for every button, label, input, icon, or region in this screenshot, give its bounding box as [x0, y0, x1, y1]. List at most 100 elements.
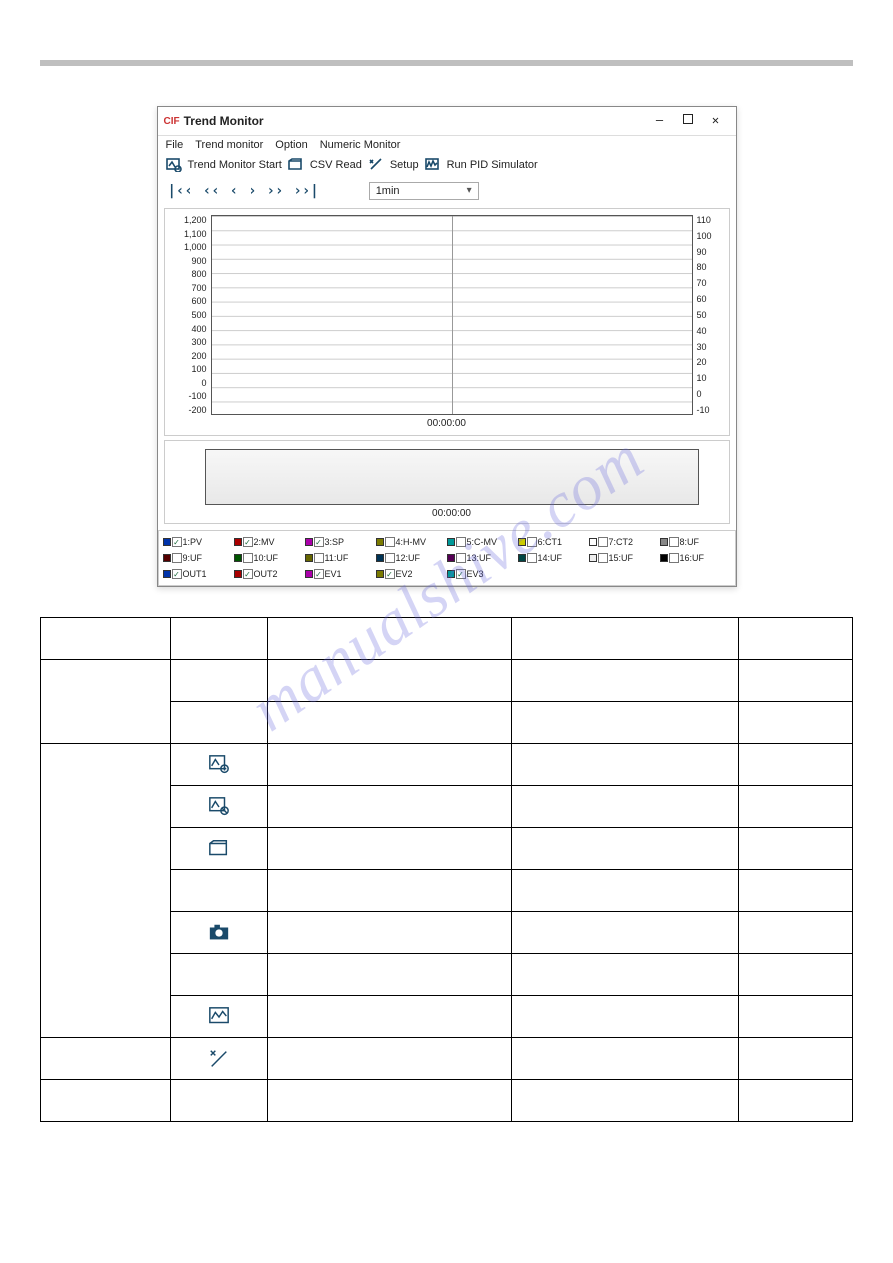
y-left-tick: 400: [191, 324, 206, 334]
legend-item-6[interactable]: 6:CT1: [518, 537, 589, 547]
legend-item-e1[interactable]: ✓EV1: [305, 569, 376, 579]
y-right-tick: 80: [697, 262, 707, 272]
legend-checkbox[interactable]: ✓: [172, 537, 182, 547]
legend-checkbox[interactable]: ✓: [456, 569, 466, 579]
legend-label: 12:UF: [396, 553, 421, 563]
main-chart-x-label: 00:00:00: [171, 415, 723, 429]
mini-chart-plot-area[interactable]: [205, 449, 699, 505]
y-right-tick: -10: [697, 405, 710, 415]
legend-checkbox[interactable]: [456, 553, 466, 563]
legend-checkbox[interactable]: ✓: [172, 569, 182, 579]
legend-color-swatch: [660, 554, 668, 562]
legend-checkbox[interactable]: [456, 537, 466, 547]
legend-color-swatch: [518, 554, 526, 562]
legend-item-12[interactable]: 12:UF: [376, 553, 447, 563]
legend-item-o2[interactable]: ✓OUT2: [234, 569, 305, 579]
setup-icon[interactable]: [368, 158, 384, 172]
legend-item-7[interactable]: 7:CT2: [589, 537, 660, 547]
legend-checkbox[interactable]: [598, 553, 608, 563]
legend-label: 8:UF: [680, 537, 700, 547]
minimize-button[interactable]: —: [646, 111, 674, 131]
time-range-select[interactable]: 1min: [369, 182, 479, 200]
legend-checkbox[interactable]: ✓: [314, 537, 324, 547]
nav-prev-button[interactable]: ‹: [230, 183, 238, 199]
legend-label: EV3: [467, 569, 484, 579]
pid-simulator-icon[interactable]: [425, 158, 441, 172]
y-left-tick: -100: [188, 391, 206, 401]
maximize-button[interactable]: [674, 111, 702, 131]
legend-label: EV1: [325, 569, 342, 579]
nav-prev2-button[interactable]: ‹‹: [203, 183, 220, 199]
main-chart-panel: 1,2001,1001,0009008007006005004003002001…: [164, 208, 730, 436]
legend-item-11[interactable]: 11:UF: [305, 553, 376, 563]
legend-checkbox[interactable]: ✓: [314, 569, 324, 579]
legend-color-swatch: [163, 538, 171, 546]
table-folder-icon: [170, 828, 267, 870]
run-pid-simulator-label[interactable]: Run PID Simulator: [447, 159, 538, 171]
legend-item-10[interactable]: 10:UF: [234, 553, 305, 563]
legend-checkbox[interactable]: [172, 553, 182, 563]
legend-checkbox[interactable]: [527, 537, 537, 547]
legend-item-3[interactable]: ✓3:SP: [305, 537, 376, 547]
nav-next-button[interactable]: ›: [248, 183, 256, 199]
legend-item-13[interactable]: 13:UF: [447, 553, 518, 563]
legend-item-1[interactable]: ✓1:PV: [163, 537, 234, 547]
legend-color-swatch: [305, 570, 313, 578]
legend-item-8[interactable]: 8:UF: [660, 537, 731, 547]
y-left-tick: -200: [188, 405, 206, 415]
legend-item-14[interactable]: 14:UF: [518, 553, 589, 563]
reference-table: [40, 617, 853, 1122]
legend-item-9[interactable]: 9:UF: [163, 553, 234, 563]
menu-numeric-monitor[interactable]: Numeric Monitor: [320, 139, 401, 151]
legend-label: 13:UF: [467, 553, 492, 563]
csv-read-label[interactable]: CSV Read: [310, 159, 362, 171]
legend-label: 16:UF: [680, 553, 705, 563]
legend-item-o1[interactable]: ✓OUT1: [163, 569, 234, 579]
legend-label: 11:UF: [325, 553, 349, 563]
chart-plot-area[interactable]: [211, 215, 693, 415]
legend-checkbox[interactable]: [314, 553, 324, 563]
nav-first-button[interactable]: |‹‹: [168, 183, 193, 199]
legend-color-swatch: [660, 538, 668, 546]
nav-next2-button[interactable]: ››: [267, 183, 284, 199]
legend-item-16[interactable]: 16:UF: [660, 553, 731, 563]
trend-monitor-start-label[interactable]: Trend Monitor Start: [188, 159, 282, 171]
legend-checkbox[interactable]: [243, 553, 253, 563]
legend-item-e3[interactable]: ✓EV3: [447, 569, 518, 579]
legend-checkbox[interactable]: [669, 537, 679, 547]
close-button[interactable]: ✕: [702, 111, 730, 131]
table-trend-start-icon: [170, 744, 267, 786]
y-right-tick: 20: [697, 357, 707, 367]
menu-option[interactable]: Option: [275, 139, 307, 151]
table-trend-stop-icon: [170, 786, 267, 828]
legend-checkbox[interactable]: [385, 553, 395, 563]
csv-read-icon[interactable]: [288, 158, 304, 172]
legend-item-4[interactable]: 4:H-MV: [376, 537, 447, 547]
legend-checkbox[interactable]: [598, 537, 608, 547]
legend-checkbox[interactable]: [385, 537, 395, 547]
section-divider: [40, 60, 853, 66]
legend-label: 3:SP: [325, 537, 345, 547]
legend-checkbox[interactable]: ✓: [385, 569, 395, 579]
y-right-tick: 110: [697, 215, 711, 225]
y-right-tick: 30: [697, 342, 707, 352]
legend-color-swatch: [447, 538, 455, 546]
y-left-tick: 800: [191, 269, 206, 279]
legend-label: 7:CT2: [609, 537, 634, 547]
menu-file[interactable]: File: [166, 139, 184, 151]
legend-checkbox[interactable]: [669, 553, 679, 563]
legend-item-5[interactable]: 5:C-MV: [447, 537, 518, 547]
trend-start-icon[interactable]: [166, 158, 182, 172]
legend-checkbox[interactable]: [527, 553, 537, 563]
legend-checkbox[interactable]: ✓: [243, 569, 253, 579]
legend-item-e2[interactable]: ✓EV2: [376, 569, 447, 579]
legend-panel: ✓1:PV✓2:MV✓3:SP4:H-MV5:C-MV6:CT17:CT28:U…: [158, 530, 736, 586]
legend-item-2[interactable]: ✓2:MV: [234, 537, 305, 547]
menu-trend-monitor[interactable]: Trend monitor: [195, 139, 263, 151]
nav-last-button[interactable]: ››|: [293, 183, 318, 199]
legend-checkbox[interactable]: ✓: [243, 537, 253, 547]
mini-chart-x-label: 00:00:00: [205, 505, 699, 519]
setup-label[interactable]: Setup: [390, 159, 419, 171]
legend-item-15[interactable]: 15:UF: [589, 553, 660, 563]
legend-color-swatch: [234, 554, 242, 562]
